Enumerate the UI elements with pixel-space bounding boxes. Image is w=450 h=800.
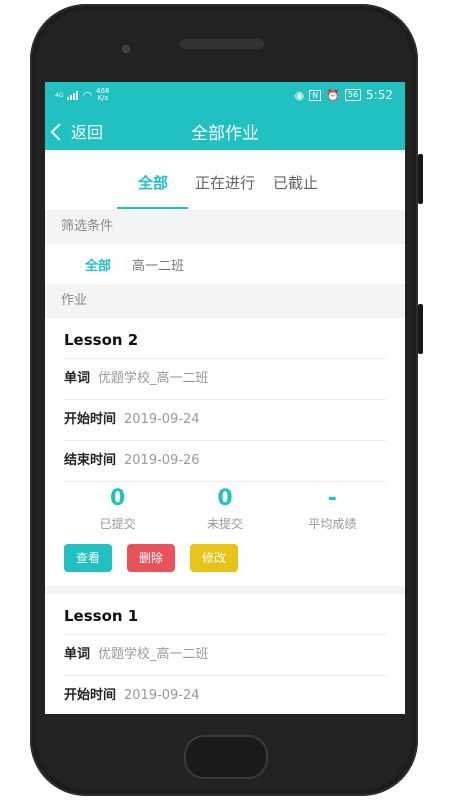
nfc-icon: N bbox=[309, 89, 322, 101]
homework-card: Lesson 2 单词 优题学校_高一二班 开始时间 2019-09-24 结束时间… bbox=[45, 318, 405, 586]
unsubmitted-stat: 0 未提交 bbox=[171, 482, 278, 542]
start-time-label: 开始时间 bbox=[64, 412, 117, 427]
type-label: 单词 bbox=[64, 371, 91, 386]
page-title: 全部作业 bbox=[191, 124, 259, 144]
home-button[interactable] bbox=[184, 735, 268, 779]
nav-bar: 返回 全部作业 bbox=[45, 110, 405, 150]
volume-button bbox=[418, 154, 423, 204]
clock-time: 5:52 bbox=[366, 88, 393, 102]
average-score: - bbox=[327, 486, 337, 511]
submitted-count: 0 bbox=[110, 486, 126, 511]
submitted-label: 已提交 bbox=[99, 517, 136, 531]
homework-title[interactable]: Lesson 1 bbox=[45, 594, 405, 634]
homework-stats: 0 已提交 0 未提交 - 平均成绩 bbox=[64, 481, 386, 542]
end-time-row: 结束时间 2019-09-26 bbox=[64, 440, 386, 481]
edit-button[interactable]: 修改 bbox=[190, 544, 238, 572]
homework-title[interactable]: Lesson 2 bbox=[45, 318, 405, 358]
homework-type-row: 单词 优题学校_高一二班 bbox=[64, 358, 386, 399]
unsubmitted-count: 0 bbox=[217, 486, 233, 511]
earpiece bbox=[180, 39, 264, 49]
average-label: 平均成绩 bbox=[308, 517, 357, 531]
start-time-value: 2019-09-24 bbox=[124, 412, 200, 427]
power-button bbox=[418, 304, 423, 354]
type-label: 单词 bbox=[64, 647, 91, 662]
network-type: 4G bbox=[55, 91, 64, 99]
tab-closed[interactable]: 已截止 bbox=[273, 172, 318, 193]
signal-icon bbox=[67, 90, 79, 100]
status-bar: 4G ◠ 468 K/s ◉ N ⏰ 56 5:52 bbox=[45, 82, 405, 110]
type-value: 优题学校_高一二班 bbox=[98, 647, 209, 662]
homework-actions: 查看 删除 修改 bbox=[45, 542, 405, 586]
homework-type-row: 单词 优题学校_高一二班 bbox=[64, 634, 386, 675]
battery-icon: 56 bbox=[344, 89, 362, 101]
front-camera bbox=[122, 45, 130, 53]
homework-section-label: 作业 bbox=[45, 284, 405, 318]
active-tab-indicator bbox=[117, 207, 188, 209]
end-time-label: 结束时间 bbox=[64, 453, 117, 468]
submitted-stat: 0 已提交 bbox=[64, 482, 171, 542]
filter-section-label: 筛选条件 bbox=[45, 210, 405, 244]
network-speed: 468 K/s bbox=[96, 87, 110, 102]
unsubmitted-label: 未提交 bbox=[206, 517, 243, 531]
start-time-label: 开始时间 bbox=[64, 688, 117, 703]
eye-icon: ◉ bbox=[294, 88, 305, 102]
start-time-value: 2019-09-24 bbox=[124, 688, 200, 703]
delete-button[interactable]: 删除 bbox=[127, 544, 175, 572]
homework-card: Lesson 1 单词 优题学校_高一二班 开始时间 2019-09-24 bbox=[45, 594, 405, 714]
filter-all[interactable]: 全部 bbox=[85, 255, 111, 274]
app-screen: 4G ◠ 468 K/s ◉ N ⏰ 56 5:52 返回 全部作业 全部 正在进… bbox=[45, 82, 405, 714]
view-button[interactable]: 查看 bbox=[64, 544, 112, 572]
average-stat: - 平均成绩 bbox=[279, 482, 386, 542]
wifi-icon: ◠ bbox=[82, 88, 93, 102]
alarm-icon: ⏰ bbox=[326, 88, 340, 102]
filter-bar: 全部 高一二班 bbox=[45, 244, 405, 284]
status-tabs: 全部 正在进行 已截止 bbox=[45, 150, 405, 210]
start-time-row: 开始时间 2019-09-24 bbox=[64, 675, 386, 714]
tab-in-progress[interactable]: 正在进行 bbox=[195, 172, 255, 193]
tab-all[interactable]: 全部 bbox=[138, 172, 168, 193]
start-time-row: 开始时间 2019-09-24 bbox=[64, 399, 386, 440]
end-time-value: 2019-09-26 bbox=[124, 453, 200, 468]
type-value: 优题学校_高一二班 bbox=[98, 371, 209, 386]
filter-class[interactable]: 高一二班 bbox=[132, 255, 184, 274]
